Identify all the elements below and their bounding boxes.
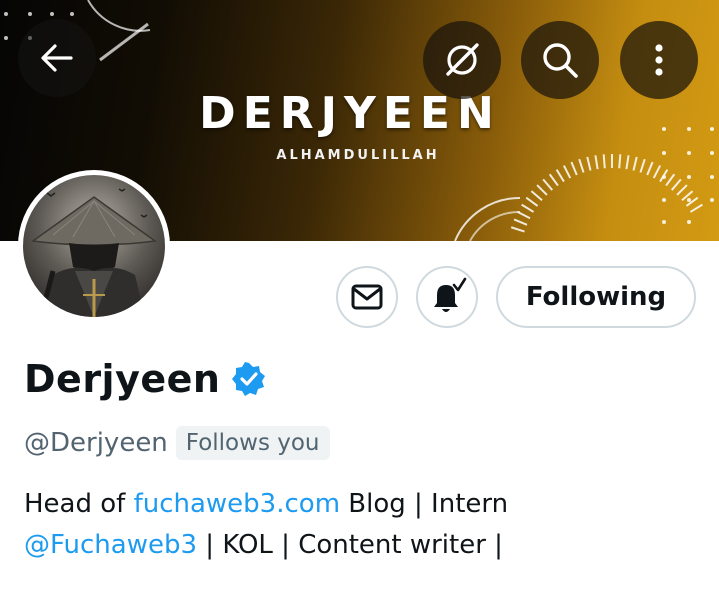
bell-check-icon (434, 277, 467, 312)
bio-text: Blog | Intern (340, 489, 509, 519)
bio-website-link[interactable]: fuchaweb3.com (134, 489, 340, 519)
following-button[interactable]: Following (496, 266, 696, 328)
notifications-button[interactable] (416, 266, 478, 328)
grok-button[interactable] (423, 21, 501, 99)
banner-title: DERJYEEN (199, 88, 501, 139)
search-icon (543, 43, 578, 78)
search-button[interactable] (521, 21, 599, 99)
grok-slash-icon (446, 43, 479, 76)
avatar[interactable] (18, 170, 170, 322)
envelope-icon (351, 284, 383, 310)
bio-text: Head of (24, 489, 134, 519)
arrow-left-icon (41, 44, 73, 72)
avatar-warrior-image (23, 175, 165, 317)
follows-you-badge: Follows you (175, 426, 330, 460)
back-button[interactable] (18, 19, 96, 97)
bio-mention-link[interactable]: @Fuchaweb3 (24, 530, 197, 560)
profile-page: DERJYEEN ALHAMDULILLAH Following Derjyee… (0, 0, 719, 589)
handle: @Derjyeen (24, 428, 168, 458)
display-name: Derjyeen (24, 357, 221, 401)
verified-badge-icon[interactable] (232, 362, 266, 396)
more-vertical-icon (655, 44, 663, 76)
bio-text: | KOL | Content writer | (197, 530, 503, 560)
name-row: Derjyeen (24, 352, 266, 406)
message-button[interactable] (336, 266, 398, 328)
bio: Head of fuchaweb3.com Blog | Intern @Fuch… (24, 484, 704, 566)
banner-subtitle: ALHAMDULILLAH (276, 148, 440, 163)
more-options-button[interactable] (620, 21, 698, 99)
handle-row: @Derjyeen Follows you (24, 424, 330, 462)
